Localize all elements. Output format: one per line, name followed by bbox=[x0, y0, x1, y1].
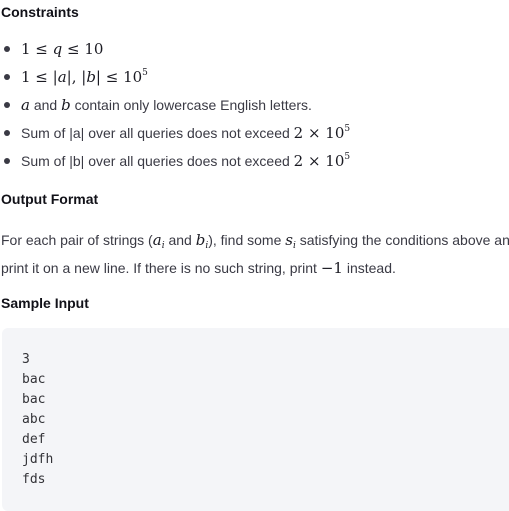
constraint-item-sum-a: Sum of |a| over all queries does not exc… bbox=[1, 121, 350, 149]
constraint-item-letters: a and b contain only lowercase English l… bbox=[1, 93, 350, 121]
sample-input-heading: Sample Input bbox=[1, 295, 89, 311]
output-format-paragraph: For each pair of strings (ai and bi), fi… bbox=[1, 226, 509, 282]
sample-input-code[interactable]: 3 bac bac abc def jdfh fds bbox=[22, 350, 53, 490]
bullet-icon bbox=[4, 102, 10, 108]
constraint-item-q: 1 ≤ q ≤ 10 bbox=[1, 37, 350, 65]
constraints-heading: Constraints bbox=[1, 4, 79, 20]
bullet-icon bbox=[4, 74, 10, 80]
sample-input-code-block[interactable]: 3 bac bac abc def jdfh fds bbox=[2, 328, 509, 511]
output-format-heading: Output Format bbox=[1, 191, 99, 207]
bullet-icon bbox=[4, 46, 10, 52]
output-format-line-2: print it on a new line. If there is no s… bbox=[1, 259, 396, 277]
constraint-item-sum-b: Sum of |b| over all queries does not exc… bbox=[1, 149, 350, 177]
constraints-list: 1 ≤ q ≤ 10 1 ≤ |a|, |b| ≤ 105 a and b co… bbox=[1, 37, 350, 177]
constraint-item-length: 1 ≤ |a|, |b| ≤ 105 bbox=[1, 65, 350, 93]
output-format-line-1: For each pair of strings (ai and bi), fi… bbox=[1, 231, 509, 251]
bullet-icon bbox=[4, 158, 10, 164]
bullet-icon bbox=[4, 130, 10, 136]
